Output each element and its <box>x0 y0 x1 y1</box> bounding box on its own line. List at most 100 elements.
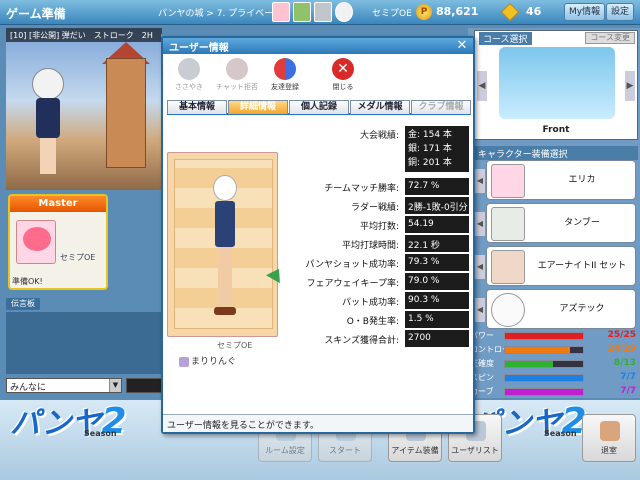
character-head <box>32 68 64 100</box>
card-character-head <box>213 175 237 201</box>
settings-button[interactable]: 設定 <box>606 3 635 21</box>
stat-value: 79.3 % <box>405 254 469 271</box>
tab-detail-info[interactable]: 詳細情報 <box>228 100 288 114</box>
stat-bar-value: 24/29 <box>607 344 636 354</box>
friend-add-icon <box>274 58 296 80</box>
stat-bar-fill <box>505 389 583 395</box>
next-course-icon[interactable]: ▶ <box>625 71 635 101</box>
equip-name: エリカ <box>568 174 596 185</box>
ball-thumb-icon <box>491 293 525 327</box>
avatar-icon[interactable] <box>272 2 290 22</box>
chat-channel-value: みんなに <box>10 383 47 393</box>
tournament-record: 大会戦績: 金: 154 本 銀: 171 本 銅: 201 本 <box>281 126 471 172</box>
stat-bar-row: コントロール 24/29 <box>470 344 638 356</box>
master-player-slot[interactable]: Master セミプOE 準備OK! <box>8 194 108 290</box>
stat-bar <box>504 346 584 354</box>
exit-room-button[interactable]: 退室 <box>582 414 636 462</box>
pangya-logo: パンヤ2 Season <box>10 401 127 442</box>
stat-bar-row: 正確度 8/13 <box>470 358 638 370</box>
club-icon[interactable] <box>314 2 332 22</box>
stat-label: O・B発生率: <box>346 317 399 327</box>
title-bar: ゲーム準備 パンヤの城 > 7. プライベート セミプOE P 88,621 4… <box>0 0 640 25</box>
course-select-label: コース選択 <box>479 32 532 45</box>
stat-value: 79.0 % <box>405 273 469 290</box>
stat-value: 2勝-1敗-0引分 <box>405 197 469 214</box>
player-character <box>28 68 68 178</box>
dialog-tabs: 基本情報 詳細情報 個人記録 メダル情報 クラブ情報 <box>167 100 471 115</box>
stat-bar-value: 8/13 <box>613 358 636 368</box>
chat-block-icon <box>226 58 248 80</box>
card-character <box>208 175 242 325</box>
stat-bar-row: パワー 25/25 <box>470 330 638 342</box>
stat-bar-value: 7/7 <box>620 386 636 396</box>
chat-log <box>6 312 161 374</box>
character-card <box>167 152 278 337</box>
character-body <box>36 98 60 138</box>
ball-icon[interactable] <box>335 2 353 22</box>
equip-caddie[interactable]: ◀ タンブー <box>475 203 636 243</box>
card-character-legs <box>218 247 232 307</box>
stat-label: チームマッチ勝率: <box>324 184 399 194</box>
card-player-name: セミプOE <box>217 341 253 350</box>
room-breadcrumb: パンヤの城 > 7. プライベート <box>158 9 283 19</box>
caddie-thumb-icon <box>491 207 525 241</box>
equip-club[interactable]: ◀ エアーナイトII セット <box>475 246 636 286</box>
stat-row: チームマッチ勝率: 72.7 % <box>281 178 471 196</box>
castle-tower <box>106 58 146 168</box>
stat-bar-fill <box>505 361 554 367</box>
my-info-button[interactable]: My情報 <box>564 3 606 21</box>
tab-club-info[interactable]: クラブ情報 <box>411 100 471 114</box>
stat-row: 平均打数: 54.19 <box>281 216 471 234</box>
equip-name: タンブー <box>564 217 600 228</box>
tab-medal-info[interactable]: メダル情報 <box>350 100 410 114</box>
level-value: 46 <box>526 5 542 18</box>
equip-character[interactable]: ◀ エリカ <box>475 160 636 200</box>
master-header: Master <box>10 196 106 212</box>
prev-equip-icon[interactable]: ◀ <box>475 212 485 236</box>
stat-value: 54.19 <box>405 216 469 233</box>
character-thumb-icon <box>491 164 525 198</box>
chat-block-button[interactable]: チャット拒否 <box>215 58 259 96</box>
course-select: コース選択 コース変更 ◀ ▶ Front <box>474 30 638 140</box>
stat-bar-value: 7/7 <box>620 372 636 382</box>
whisper-button[interactable]: ささやき <box>167 58 211 96</box>
chevron-down-icon[interactable]: ▼ <box>109 379 121 392</box>
stat-bar-fill <box>505 333 583 339</box>
pang-coin-icon: P <box>416 4 432 20</box>
chat-channel-select[interactable]: みんなに ▼ <box>6 378 122 393</box>
level-gem-icon <box>500 2 520 22</box>
add-friend-button[interactable]: 友達登録 <box>263 58 307 96</box>
prev-course-icon[interactable]: ◀ <box>477 71 487 101</box>
character-legs <box>40 138 56 174</box>
card-title: まりりんぐ <box>179 354 236 367</box>
stat-bar <box>504 360 584 368</box>
tab-basic-info[interactable]: 基本情報 <box>167 100 227 114</box>
close-button[interactable]: ✕ 閉じる <box>321 58 365 96</box>
chat-input[interactable] <box>126 378 162 393</box>
equip-ball[interactable]: ◀ アズテック <box>475 289 636 329</box>
ready-status: 準備OK! <box>12 277 43 286</box>
message-board-button[interactable]: 伝言板 <box>6 298 40 310</box>
master-name: セミプOE <box>60 253 96 262</box>
stat-bar-fill <box>505 347 570 353</box>
stat-row: パット成功率: 90.3 % <box>281 292 471 310</box>
tab-personal-record[interactable]: 個人記録 <box>289 100 349 114</box>
caddie-icon[interactable] <box>293 2 311 22</box>
prev-equip-icon[interactable]: ◀ <box>475 255 485 279</box>
tournament-label: 大会戦績: <box>359 131 399 141</box>
stat-bar-row: カーブ 7/7 <box>470 386 638 398</box>
card-character-shoes <box>214 307 236 315</box>
course-image <box>499 47 615 119</box>
stat-row: パンヤショット成功率: 79.3 % <box>281 254 471 272</box>
prev-equip-icon[interactable]: ◀ <box>475 169 485 193</box>
stat-label: 平均打数: <box>359 222 399 232</box>
prev-equip-icon[interactable]: ◀ <box>475 298 485 322</box>
stat-bar-row: スピン 7/7 <box>470 372 638 384</box>
close-icon[interactable]: ✕ <box>455 39 469 53</box>
card-character-body <box>215 201 235 247</box>
course-change-button[interactable]: コース変更 <box>585 32 635 44</box>
exit-door-icon <box>600 421 620 441</box>
stat-value: 2700 <box>405 330 469 347</box>
dialog-toolbar: ささやき チャット拒否 友達登録 ✕ 閉じる <box>163 56 473 98</box>
dialog-title: ユーザー情報 <box>163 38 473 54</box>
